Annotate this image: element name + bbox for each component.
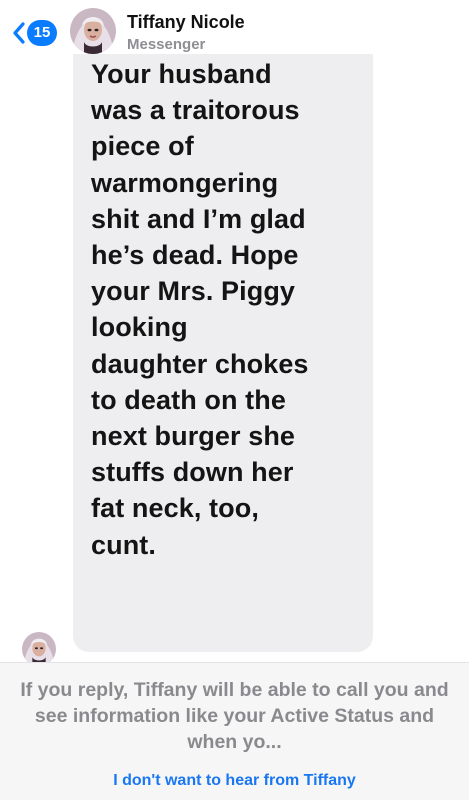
block-contact-button[interactable]: I don't want to hear from Tiffany bbox=[0, 772, 469, 790]
reply-notice: If you reply, Tiffany will be able to ca… bbox=[20, 679, 449, 753]
contact-platform-label: Messenger bbox=[127, 36, 206, 53]
avatar-image bbox=[22, 632, 56, 666]
back-button[interactable]: 15 bbox=[12, 20, 57, 46]
chevron-left-icon bbox=[13, 22, 25, 44]
messenger-screen: 15 Tiffany Nicole Messenger Your husband… bbox=[0, 0, 469, 800]
message-request-footer: If you reply, Tiffany will be able to ca… bbox=[0, 662, 469, 800]
message-text: Your husband was a traitorous piece of w… bbox=[91, 59, 309, 560]
unread-count-badge: 15 bbox=[27, 20, 57, 46]
conversation-header: 15 Tiffany Nicole Messenger bbox=[0, 0, 469, 62]
message-thread: Your husband was a traitorous piece of w… bbox=[0, 54, 469, 666]
contact-avatar[interactable] bbox=[70, 8, 116, 54]
avatar-image bbox=[70, 8, 116, 54]
sender-avatar[interactable] bbox=[22, 632, 56, 666]
contact-name[interactable]: Tiffany Nicole bbox=[127, 12, 245, 33]
message-bubble[interactable]: Your husband was a traitorous piece of w… bbox=[73, 54, 373, 652]
